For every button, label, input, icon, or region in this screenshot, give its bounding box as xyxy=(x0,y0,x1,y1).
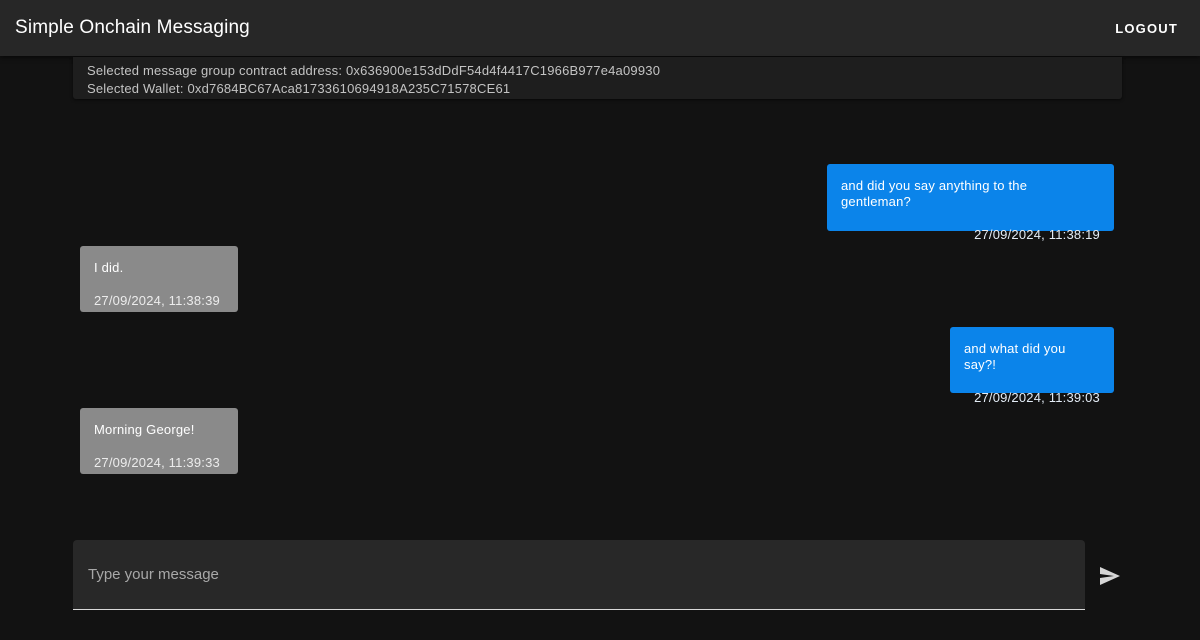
selection-info-panel: Selected message group contract address:… xyxy=(73,57,1122,99)
wallet-address-text: Selected Wallet: 0xd7684BC67Aca817336106… xyxy=(87,81,511,96)
message-timestamp: 27/09/2024, 11:39:03 xyxy=(974,390,1100,405)
message-bubble-received: I did. 27/09/2024, 11:38:39 xyxy=(80,246,238,312)
logout-button[interactable]: LOGOUT xyxy=(1107,15,1186,42)
send-icon xyxy=(1100,567,1120,585)
message-bubble-received: Morning George! 27/09/2024, 11:39:33 xyxy=(80,408,238,474)
app-title: Simple Onchain Messaging xyxy=(15,17,250,38)
message-timestamp: 27/09/2024, 11:38:39 xyxy=(94,293,220,308)
message-timestamp: 27/09/2024, 11:38:19 xyxy=(974,227,1100,242)
message-text: Morning George! xyxy=(94,422,195,437)
app-bar: Simple Onchain Messaging LOGOUT xyxy=(0,0,1200,56)
message-text: I did. xyxy=(94,260,124,275)
message-composer xyxy=(73,540,1085,610)
message-timestamp: 27/09/2024, 11:39:33 xyxy=(94,455,220,470)
message-bubble-sent: and did you say anything to the gentlema… xyxy=(827,164,1114,242)
message-text: and did you say anything to the gentlema… xyxy=(841,178,1028,209)
send-button[interactable] xyxy=(1096,562,1124,590)
contract-address-text: Selected message group contract address:… xyxy=(87,63,661,78)
message-text: and what did you say?! xyxy=(964,341,1066,372)
message-input[interactable] xyxy=(73,540,1085,609)
message-bubble-sent: and what did you say?! 27/09/2024, 11:39… xyxy=(950,327,1114,405)
